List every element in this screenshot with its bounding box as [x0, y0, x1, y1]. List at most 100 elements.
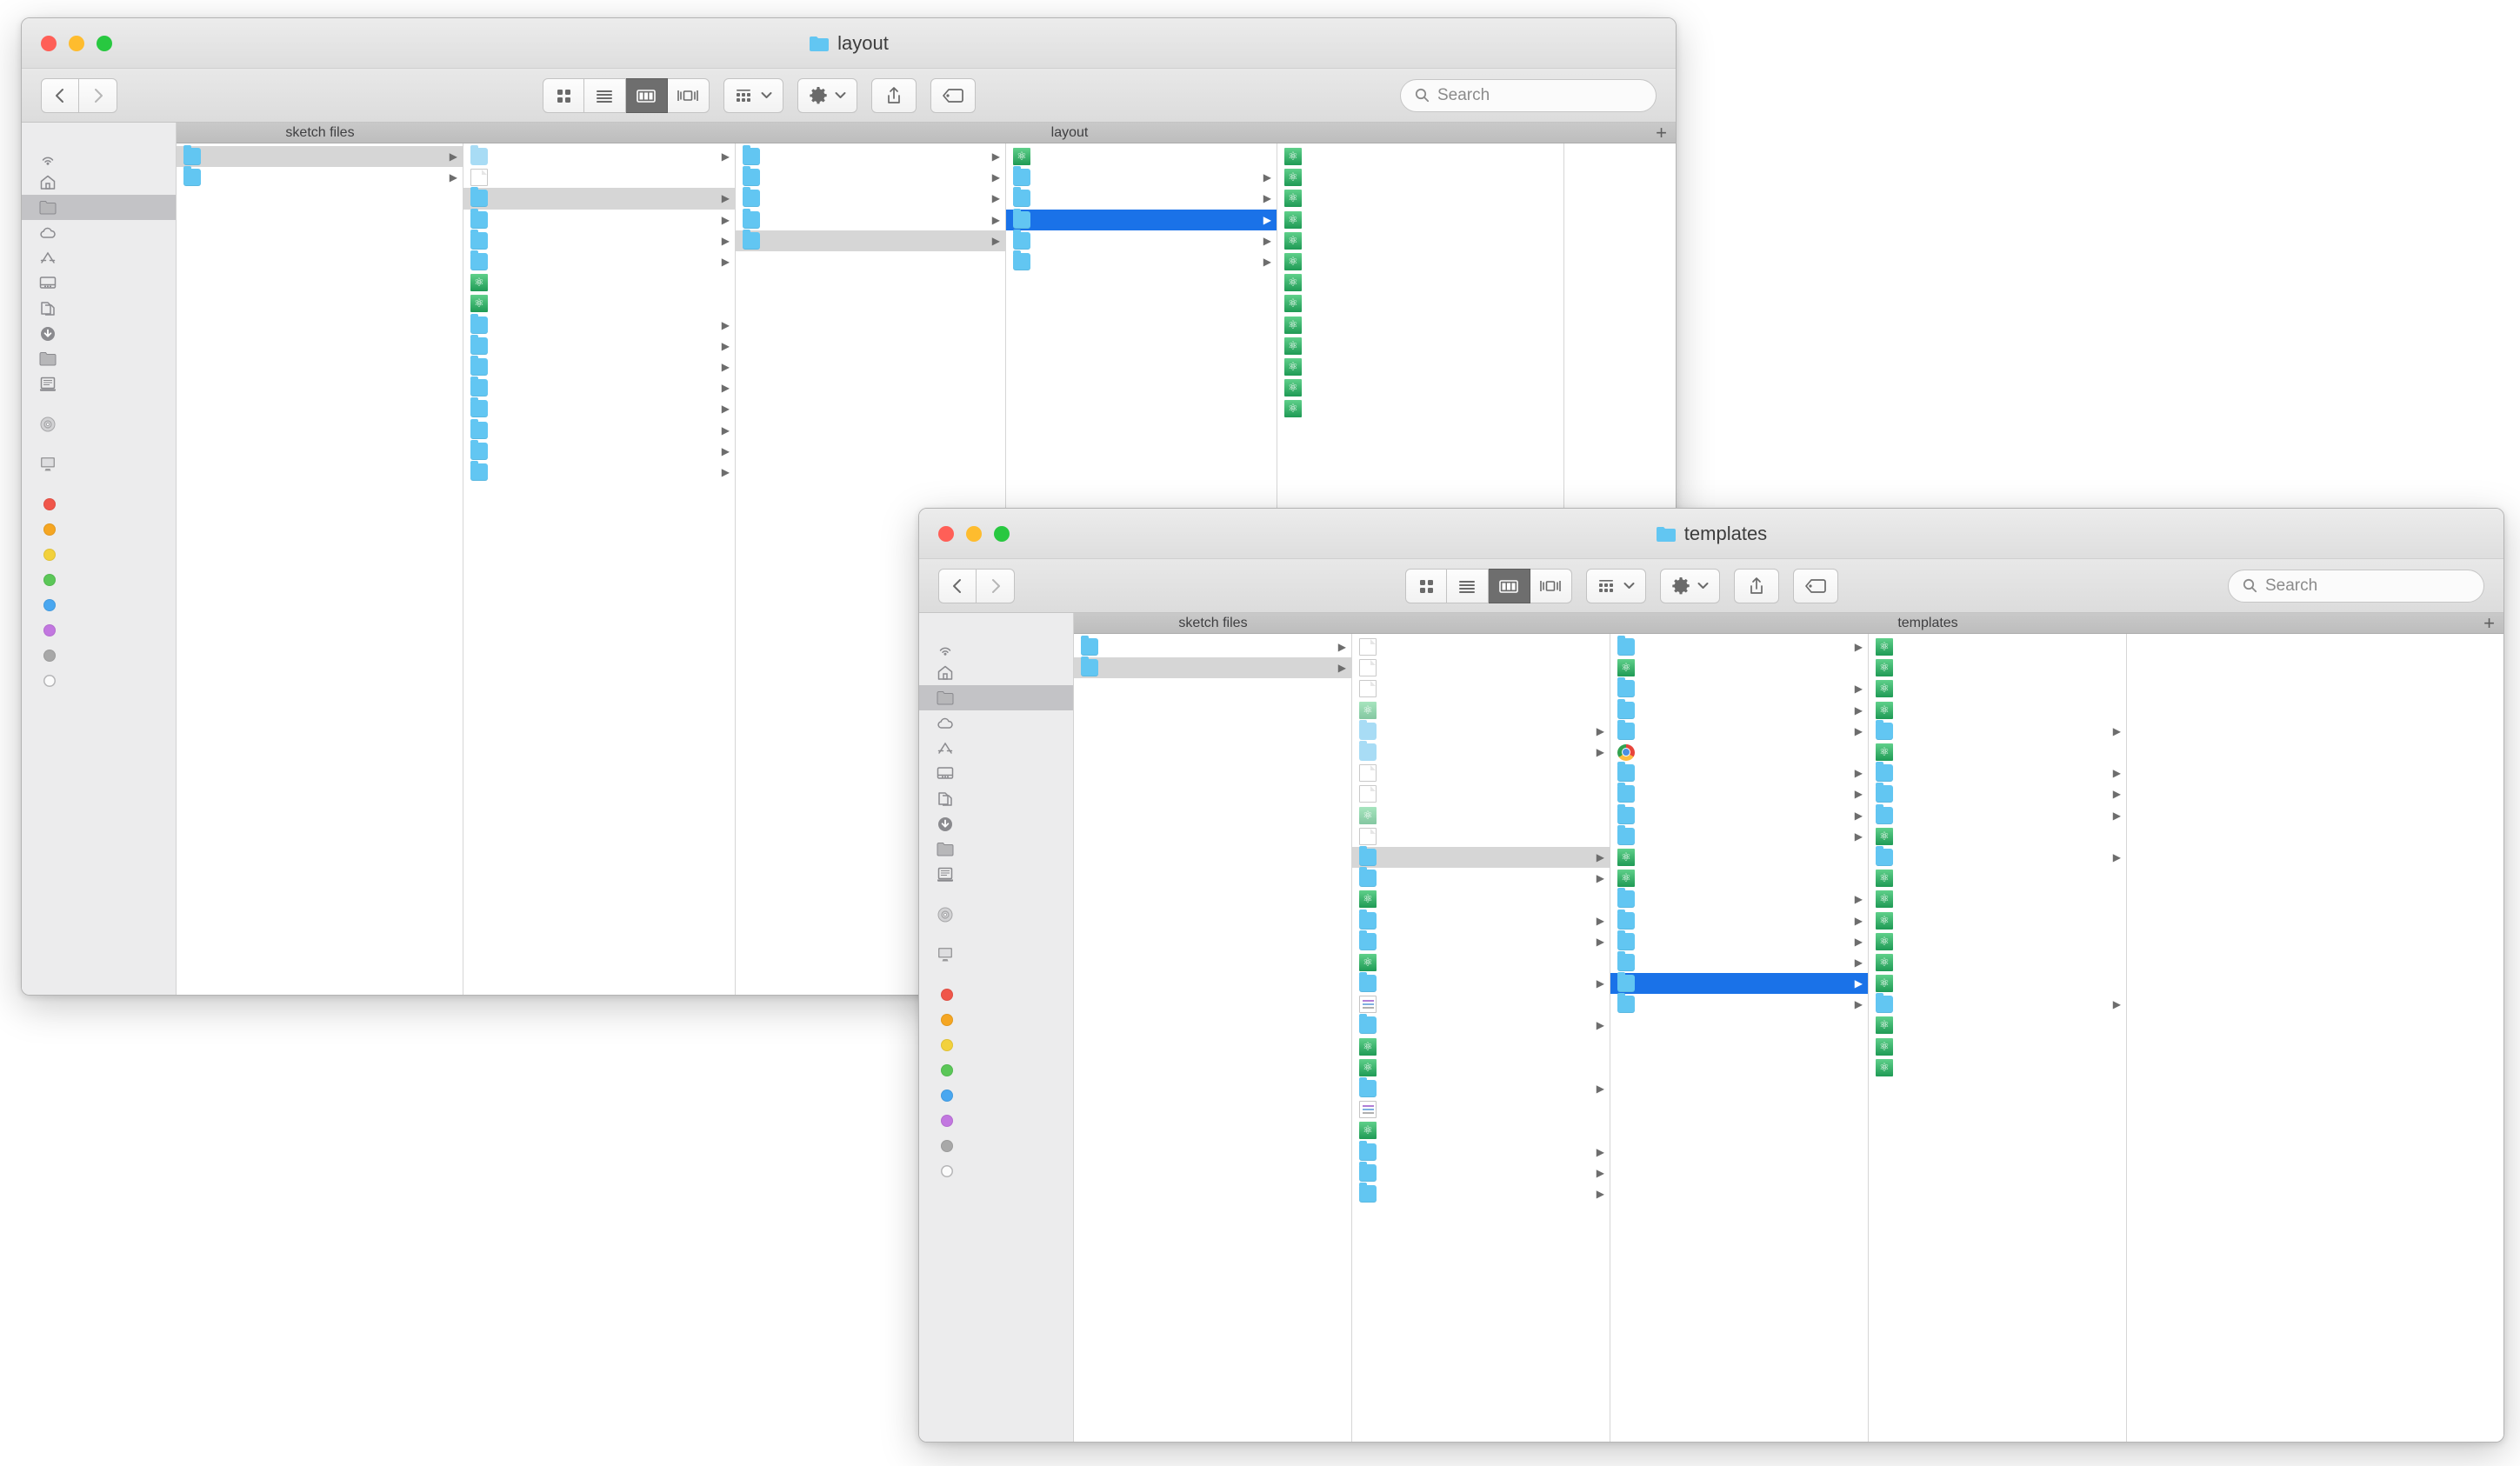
file-row[interactable]: ▶ — [1610, 950, 1868, 973]
file-row[interactable] — [1277, 398, 1563, 419]
sidebar-item-green[interactable] — [919, 1057, 1073, 1083]
add-tab-button[interactable]: + — [1656, 123, 1667, 143]
file-row[interactable] — [1869, 973, 2126, 994]
sidebar-item-all-my-files[interactable] — [22, 371, 176, 396]
file-row[interactable]: ▶ — [463, 355, 735, 377]
file-row[interactable]: ▶ — [1869, 783, 2126, 804]
file-row[interactable] — [1869, 657, 2126, 678]
file-row[interactable]: ▶ — [1352, 741, 1610, 763]
arrange-button[interactable] — [723, 77, 783, 113]
sidebar-item-applications[interactable] — [22, 245, 176, 270]
column-templates[interactable]: ▶ ▶ — [1869, 634, 2127, 1442]
file-row[interactable]: ▶ — [1610, 824, 1868, 847]
file-row[interactable]: ▶ — [1352, 1077, 1610, 1099]
sidebar[interactable] — [919, 613, 1074, 1442]
file-row[interactable] — [1277, 377, 1563, 398]
sidebar-item-purple[interactable] — [22, 617, 176, 643]
file-row[interactable] — [1610, 657, 1868, 678]
file-row[interactable] — [1277, 210, 1563, 230]
file-row[interactable] — [1277, 357, 1563, 377]
file-row[interactable]: ▶ — [463, 334, 735, 357]
sidebar-item-green[interactable] — [22, 567, 176, 592]
file-row[interactable]: ▶ — [463, 208, 735, 230]
icon-view-button[interactable] — [1404, 568, 1447, 603]
file-row[interactable] — [1869, 678, 2126, 699]
file-row[interactable] — [1869, 636, 2126, 657]
sidebar-item-purple[interactable] — [919, 1108, 1073, 1133]
file-row[interactable] — [1352, 783, 1610, 804]
file-row[interactable]: ▶ — [1610, 677, 1868, 699]
sidebar-item-gray[interactable] — [22, 643, 176, 668]
file-row[interactable]: ▶ — [1869, 803, 2126, 826]
file-row[interactable]: ▶ — [1352, 909, 1610, 930]
file-row[interactable]: ▶ — [1869, 845, 2126, 868]
list-view-button[interactable] — [1446, 568, 1489, 603]
file-row[interactable]: ▶ — [1006, 187, 1277, 209]
file-row[interactable] — [1869, 742, 2126, 763]
sidebar-item-workspace[interactable] — [919, 685, 1073, 710]
file-row[interactable] — [1352, 1057, 1610, 1078]
file-row[interactable]: ▶ — [463, 250, 735, 272]
file-row[interactable] — [1869, 826, 2126, 847]
sidebar-item-desktop[interactable] — [919, 761, 1073, 786]
file-row[interactable] — [1352, 657, 1610, 678]
file-row[interactable] — [1352, 994, 1610, 1015]
share-button[interactable] — [870, 77, 917, 113]
file-row[interactable] — [1869, 1057, 2126, 1078]
file-row[interactable] — [1352, 889, 1610, 910]
file-row[interactable]: ▶ — [463, 187, 735, 210]
view-mode-group[interactable] — [542, 77, 710, 113]
file-row[interactable] — [1610, 868, 1868, 889]
view-mode-group[interactable] — [1404, 568, 1572, 603]
file-row[interactable]: ▶ — [1352, 845, 1610, 869]
file-row[interactable] — [1277, 146, 1563, 167]
file-row[interactable] — [1277, 293, 1563, 314]
list-view-button[interactable] — [583, 77, 626, 113]
sidebar-item-yellow[interactable] — [919, 1032, 1073, 1057]
file-row[interactable]: ▶ — [736, 187, 1005, 209]
sidebar-item-yellow[interactable] — [22, 542, 176, 567]
file-row[interactable] — [1277, 272, 1563, 293]
gallery-view-button[interactable] — [1530, 568, 1572, 603]
minimize-button[interactable] — [966, 526, 982, 542]
file-row[interactable]: ▶ — [463, 418, 735, 440]
file-row[interactable]: ▶ — [1006, 229, 1277, 251]
file-row[interactable]: ▶ — [463, 439, 735, 462]
file-row[interactable]: ▶ — [1352, 1014, 1610, 1036]
file-row[interactable]: ▶ — [1352, 930, 1610, 952]
sidebar-item-orange[interactable] — [22, 516, 176, 542]
file-row[interactable]: ▶ — [736, 208, 1005, 230]
file-row[interactable] — [1352, 1120, 1610, 1141]
file-row[interactable]: ▶ — [736, 229, 1005, 251]
tags-button[interactable] — [930, 77, 976, 113]
file-row[interactable] — [463, 167, 735, 188]
search-input[interactable]: Search — [1400, 78, 1657, 112]
file-row[interactable] — [1277, 188, 1563, 209]
finder-window-templates[interactable]: templates Search sketch files templates … — [918, 508, 2504, 1443]
file-row[interactable]: ▶ — [1610, 719, 1868, 742]
file-row[interactable] — [1352, 1099, 1610, 1120]
file-row[interactable]: ▶ — [1610, 930, 1868, 952]
minimize-button[interactable] — [69, 36, 84, 51]
file-row[interactable] — [1352, 636, 1610, 657]
sidebar-item-creative-cloud-files[interactable] — [22, 346, 176, 371]
titlebar[interactable]: templates — [919, 509, 2503, 559]
action-button[interactable] — [1659, 568, 1720, 603]
titlebar[interactable]: layout — [22, 18, 1676, 69]
gallery-view-button[interactable] — [667, 77, 710, 113]
file-row[interactable]: ▶ — [1610, 762, 1868, 783]
sidebar-item-airdrop[interactable] — [919, 635, 1073, 660]
sidebar-item-all-my-files[interactable] — [919, 862, 1073, 887]
file-row[interactable]: ▶ — [1074, 636, 1351, 657]
file-row[interactable]: ▶ — [1352, 867, 1610, 889]
file-row[interactable]: ▶ — [1610, 909, 1868, 930]
nav-buttons[interactable] — [41, 77, 117, 113]
toolbar[interactable]: Search — [22, 69, 1676, 123]
sidebar-item-orange[interactable] — [919, 1007, 1073, 1032]
sidebar-item-blue[interactable] — [919, 1083, 1073, 1108]
back-button[interactable] — [41, 77, 79, 113]
file-row[interactable]: ▶ — [1074, 656, 1351, 679]
add-tab-button[interactable]: + — [2483, 613, 2495, 633]
sidebar-item-applications[interactable] — [919, 736, 1073, 761]
file-row[interactable] — [1006, 146, 1277, 167]
